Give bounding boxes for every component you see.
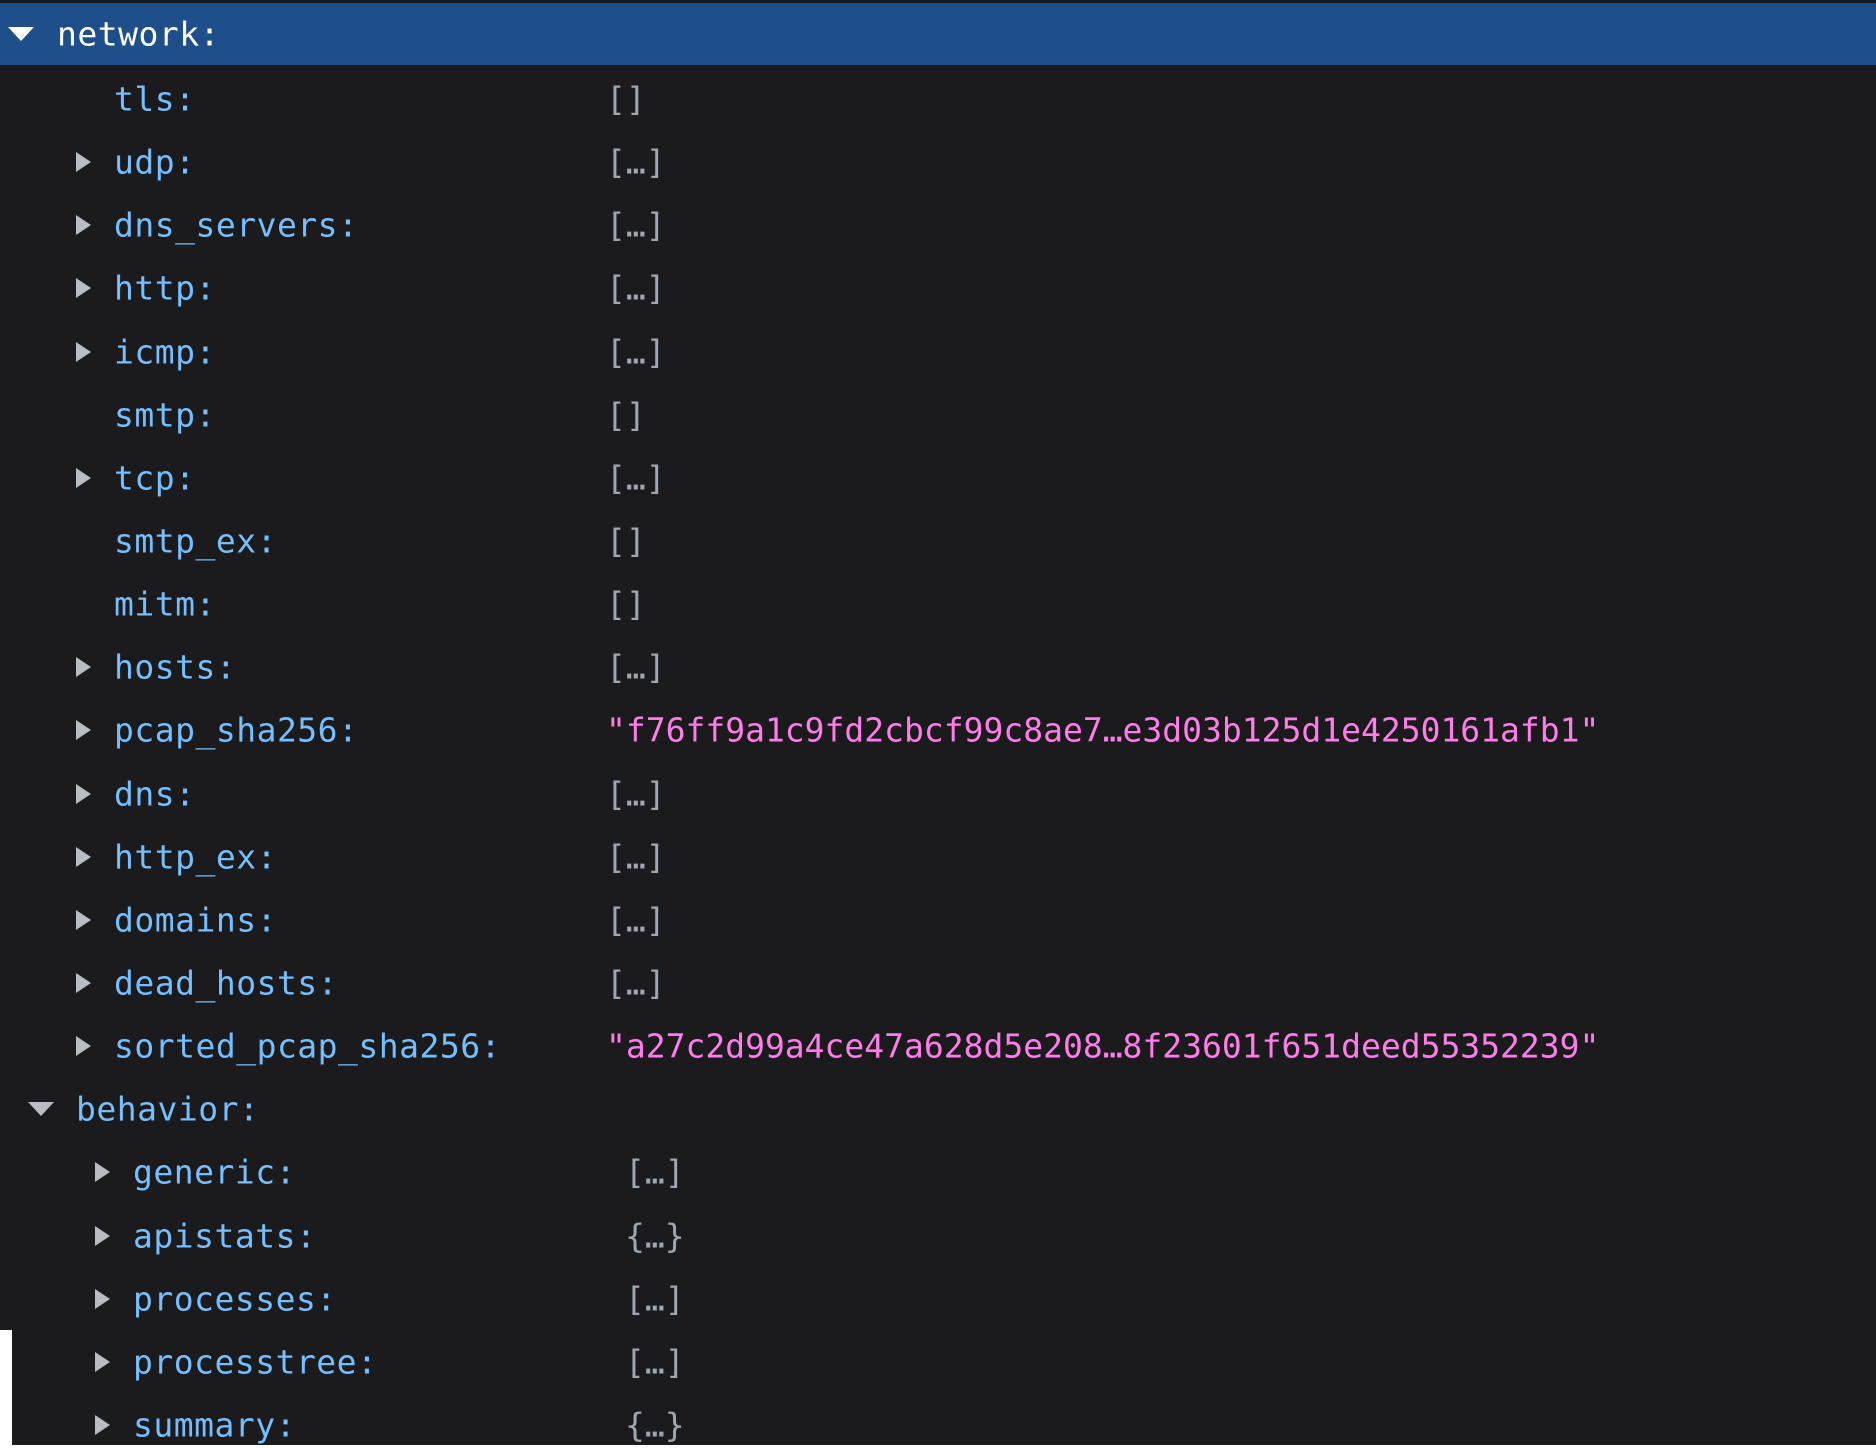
collapse-arrow-icon[interactable]	[76, 656, 91, 677]
tree-key: hosts:	[114, 647, 237, 686]
json-tree-viewer: network: tls: [] udp: […] dns_servers: […	[0, 0, 1876, 1448]
tree-value: […]	[606, 774, 666, 813]
tree-key: mitm:	[114, 584, 216, 623]
tree-value: […]	[606, 647, 666, 686]
tree-key: generic:	[133, 1152, 296, 1191]
tree-key: network:	[57, 14, 220, 54]
tree-value: {…}	[625, 1405, 685, 1445]
collapse-arrow-icon[interactable]	[76, 1035, 91, 1056]
tree-key: smtp_ex:	[114, 521, 277, 560]
tree-key: tls:	[114, 79, 196, 118]
tree-row-sorted-pcap-sha256[interactable]: sorted_pcap_sha256: "a27c2d99a4ce47a628d…	[0, 1014, 1876, 1077]
collapse-arrow-icon[interactable]	[76, 214, 91, 235]
collapse-arrow-icon[interactable]	[76, 719, 91, 740]
tree-value-string: "a27c2d99a4ce47a628d5e208…8f23601f651dee…	[606, 1026, 1600, 1065]
tree-row-dead-hosts[interactable]: dead_hosts: […]	[0, 951, 1876, 1014]
tree-value: […]	[625, 1342, 685, 1381]
collapse-arrow-icon[interactable]	[76, 972, 91, 993]
tree-value: […]	[606, 837, 666, 876]
tree-row-processtree[interactable]: processtree: […]	[0, 1330, 1876, 1393]
collapse-arrow-icon[interactable]	[76, 151, 91, 172]
collapse-arrow-icon[interactable]	[76, 909, 91, 930]
tree-value-string: "f76ff9a1c9fd2cbcf99c8ae7…e3d03b125d1e42…	[606, 710, 1600, 749]
tree-value: […]	[606, 332, 666, 371]
tree-row-processes[interactable]: processes: […]	[0, 1267, 1876, 1330]
collapse-arrow-icon[interactable]	[76, 846, 91, 867]
collapse-arrow-icon[interactable]	[95, 1161, 110, 1182]
expand-arrow-icon[interactable]	[8, 27, 34, 41]
tree-value: […]	[606, 142, 666, 181]
tree-key: pcap_sha256:	[114, 710, 359, 749]
tree-row-dns[interactable]: dns: […]	[0, 762, 1876, 825]
collapse-arrow-icon[interactable]	[95, 1351, 110, 1372]
tree-value: []	[606, 395, 646, 434]
tree-row-pcap-sha256[interactable]: pcap_sha256: "f76ff9a1c9fd2cbcf99c8ae7…e…	[0, 698, 1876, 761]
tree-row-network[interactable]: network:	[0, 3, 1876, 65]
tree-key: apistats:	[133, 1216, 317, 1255]
tree-value: []	[606, 584, 646, 623]
tree-key: udp:	[114, 142, 196, 181]
tree-row-behavior[interactable]: behavior:	[0, 1077, 1876, 1140]
tree-row-apistats[interactable]: apistats: {…}	[0, 1204, 1876, 1267]
tree-key: dns_servers:	[114, 205, 359, 244]
collapse-arrow-icon[interactable]	[95, 1225, 110, 1246]
tree-row-smtp-ex[interactable]: smtp_ex: []	[0, 509, 1876, 572]
tree-key: sorted_pcap_sha256:	[114, 1026, 501, 1065]
tree-key: tcp:	[114, 458, 196, 497]
tree-row-tcp[interactable]: tcp: […]	[0, 446, 1876, 509]
tree-value: []	[606, 521, 646, 560]
tree-row-smtp[interactable]: smtp: []	[0, 383, 1876, 446]
collapse-arrow-icon[interactable]	[76, 341, 91, 362]
tree-key: processes:	[133, 1279, 337, 1318]
tree-row-http[interactable]: http: […]	[0, 256, 1876, 319]
tree-key: domains:	[114, 900, 277, 939]
tree-value: […]	[606, 458, 666, 497]
collapse-arrow-icon[interactable]	[76, 783, 91, 804]
tree-key: summary:	[133, 1405, 296, 1445]
tree-value: […]	[606, 963, 666, 1002]
collapse-arrow-icon[interactable]	[76, 277, 91, 298]
tree-row-hosts[interactable]: hosts: […]	[0, 635, 1876, 698]
tree-key: dns:	[114, 774, 196, 813]
collapse-arrow-icon[interactable]	[95, 1415, 110, 1435]
tree-row-mitm[interactable]: mitm: []	[0, 572, 1876, 635]
tree-key: http_ex:	[114, 837, 277, 876]
tree-value: […]	[625, 1279, 685, 1318]
tree-key: processtree:	[133, 1342, 378, 1381]
tree-key: http:	[114, 268, 216, 307]
expand-arrow-icon[interactable]	[28, 1101, 54, 1116]
tree-row-http-ex[interactable]: http_ex: […]	[0, 825, 1876, 888]
tree-value: […]	[606, 268, 666, 307]
tree-value: […]	[625, 1152, 685, 1191]
tree-key: icmp:	[114, 332, 216, 371]
page-edge-left	[0, 1330, 12, 1448]
tree-row-generic[interactable]: generic: […]	[0, 1140, 1876, 1203]
tree-row-summary[interactable]: summary: {…}	[0, 1393, 1876, 1445]
collapse-arrow-icon[interactable]	[76, 467, 91, 488]
tree-key: smtp:	[114, 395, 216, 434]
tree-row-domains[interactable]: domains: […]	[0, 888, 1876, 951]
tree-row-tls[interactable]: tls: []	[0, 67, 1876, 130]
tree-value: […]	[606, 205, 666, 244]
tree-value: […]	[606, 900, 666, 939]
collapse-arrow-icon[interactable]	[95, 1288, 110, 1309]
tree-row-icmp[interactable]: icmp: […]	[0, 320, 1876, 383]
tree-value: {…}	[625, 1216, 685, 1255]
tree-key: dead_hosts:	[114, 963, 339, 1002]
tree-row-dns-servers[interactable]: dns_servers: […]	[0, 193, 1876, 256]
tree-key: behavior:	[76, 1089, 260, 1128]
tree-row-udp[interactable]: udp: […]	[0, 130, 1876, 193]
tree-value: []	[606, 79, 646, 118]
